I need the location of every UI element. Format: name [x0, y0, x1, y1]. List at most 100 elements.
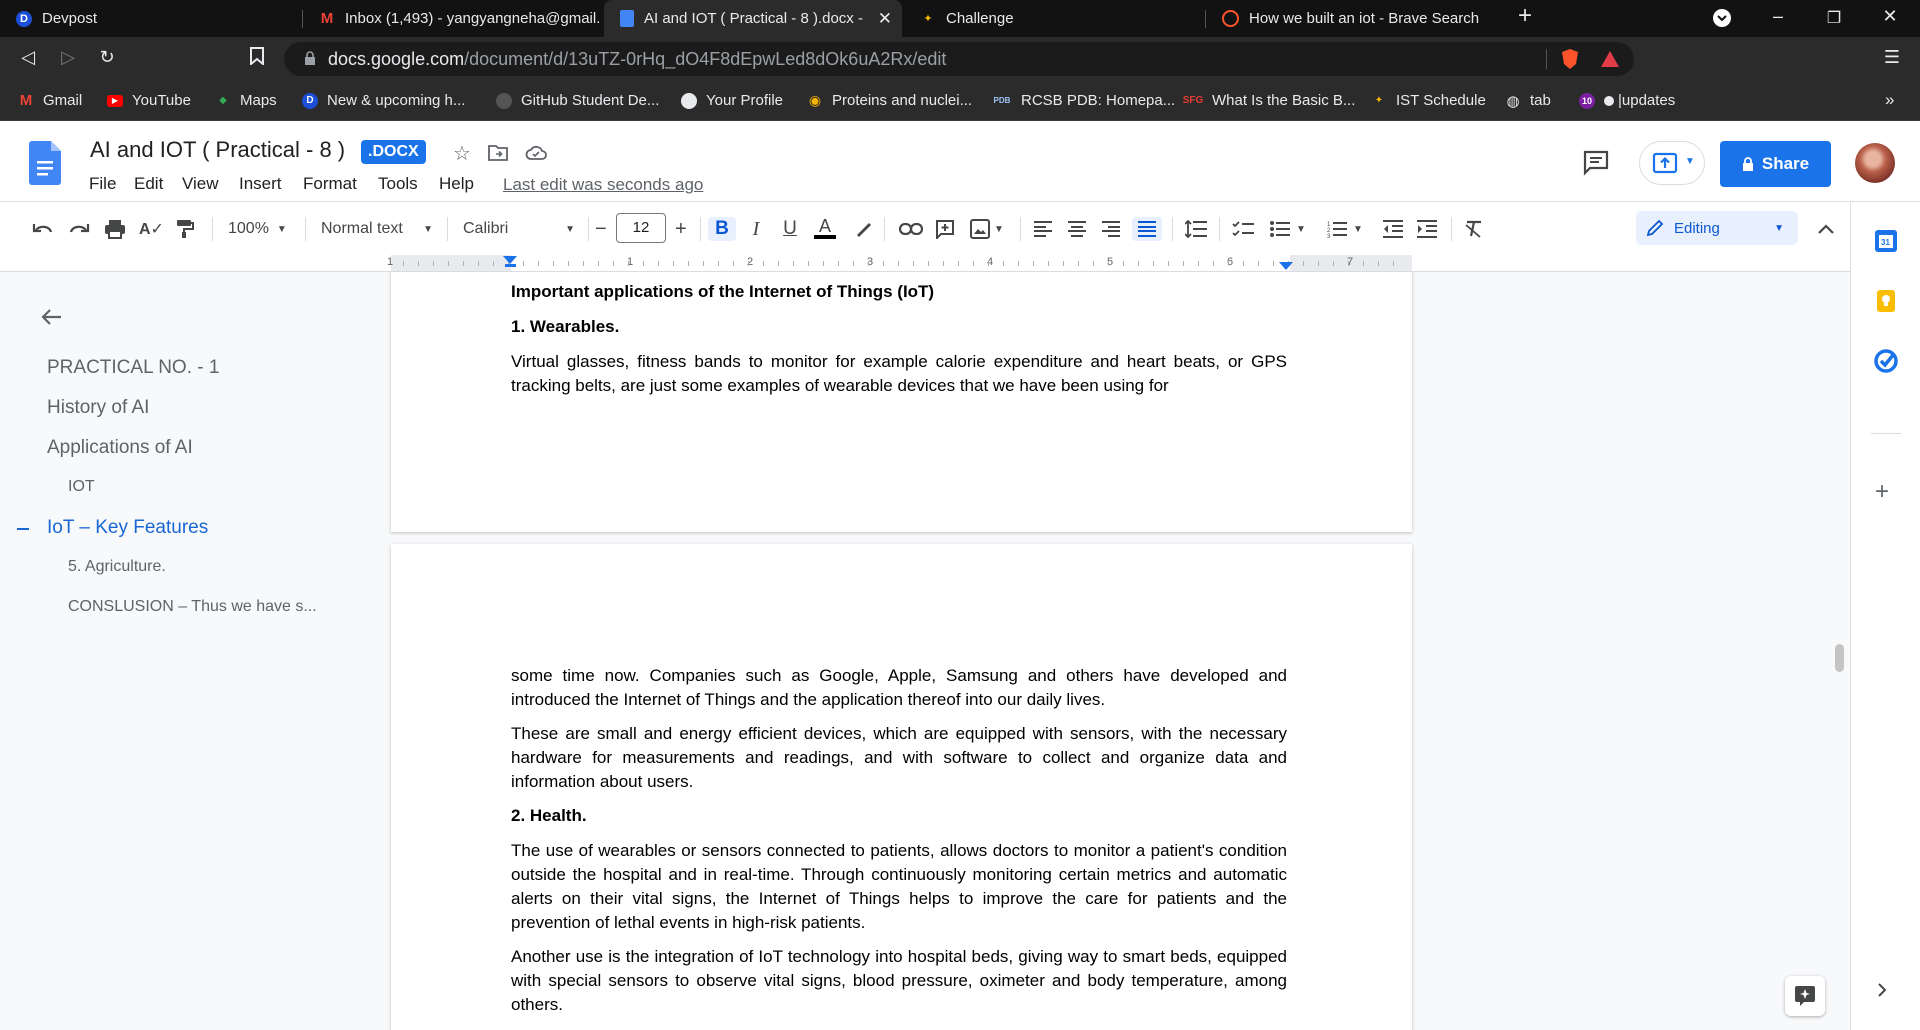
- bookmark-youtube[interactable]: ▶ YouTube: [107, 92, 191, 109]
- bookmark-devpost[interactable]: D New & upcoming h...: [302, 92, 465, 109]
- bold-button[interactable]: B: [708, 217, 736, 241]
- bookmark-gmail[interactable]: M Gmail: [18, 92, 82, 109]
- tab-docs-active[interactable]: AI and IOT ( Practical - 8 ).docx - ✕: [604, 0, 902, 37]
- bookmark-your-profile[interactable]: Your Profile: [681, 92, 783, 109]
- menu-view[interactable]: View: [182, 174, 219, 194]
- outline-item-iot[interactable]: IOT: [68, 478, 95, 496]
- menu-tools[interactable]: Tools: [378, 174, 418, 194]
- menu-help[interactable]: Help: [439, 174, 474, 194]
- tab-devpost[interactable]: D Devpost: [0, 0, 300, 37]
- document-page[interactable]: some time now. Companies such as Google,…: [391, 544, 1412, 1030]
- bookmark-github-student[interactable]: GitHub Student De...: [496, 92, 659, 109]
- brave-rewards-icon[interactable]: [1600, 50, 1620, 73]
- tab-challenge[interactable]: ✦ Challenge: [904, 0, 1204, 37]
- menu-file[interactable]: File: [89, 174, 116, 194]
- outline-item-history-of-ai[interactable]: History of AI: [47, 397, 149, 419]
- back-icon[interactable]: ◁: [16, 47, 40, 68]
- increase-indent-icon[interactable]: [1417, 217, 1437, 241]
- menu-format[interactable]: Format: [303, 174, 357, 194]
- document-canvas[interactable]: PRACTICAL NO. - 1 History of AI Applicat…: [0, 272, 1850, 1030]
- tab-search-icon[interactable]: [1710, 8, 1734, 33]
- spellcheck-icon[interactable]: A✓: [139, 217, 164, 241]
- undo-icon[interactable]: [32, 217, 54, 241]
- collapse-side-panel-icon[interactable]: [1877, 982, 1887, 1003]
- editing-mode-select[interactable]: Editing ▼: [1636, 211, 1798, 245]
- share-button[interactable]: Share: [1720, 141, 1831, 187]
- right-indent-marker[interactable]: [1279, 262, 1293, 270]
- outline-item-applications-of-ai[interactable]: Applications of AI: [47, 437, 193, 459]
- decrease-font-size-button[interactable]: −: [595, 217, 607, 241]
- browser-menu-icon[interactable]: ☰: [1880, 47, 1904, 68]
- tab-brave-search[interactable]: How we built an iot - Brave Search: [1206, 0, 1506, 37]
- menu-insert[interactable]: Insert: [239, 174, 282, 194]
- outline-item-agriculture[interactable]: 5. Agriculture.: [68, 558, 166, 576]
- url-input[interactable]: docs.google.com/document/d/13uTZ-0rHq_dO…: [284, 42, 1634, 76]
- tab-gmail[interactable]: M Inbox (1,493) - yangyangneha@gmail.: [303, 0, 603, 37]
- align-justify-icon[interactable]: [1132, 217, 1162, 241]
- restore-icon[interactable]: ❐: [1822, 8, 1846, 28]
- explore-button[interactable]: [1785, 976, 1825, 1016]
- get-add-ons-icon[interactable]: +: [1875, 478, 1889, 506]
- text-color-button[interactable]: A: [814, 217, 836, 241]
- outline-item-conclusion[interactable]: CONSLUSION – Thus we have s...: [68, 598, 317, 616]
- align-center-icon[interactable]: [1068, 217, 1086, 241]
- insert-link-icon[interactable]: [899, 217, 923, 241]
- more-bookmarks-button[interactable]: »: [1885, 90, 1894, 110]
- add-comment-icon[interactable]: [935, 217, 955, 241]
- close-tab-icon[interactable]: ✕: [878, 9, 892, 29]
- zoom-select[interactable]: 100% ▼: [228, 217, 287, 241]
- decrease-indent-icon[interactable]: [1383, 217, 1403, 241]
- paragraph-style-select[interactable]: Normal text ▼: [321, 217, 433, 241]
- horizontal-ruler[interactable]: 1 1 2 3 4 5 6 7: [0, 255, 1850, 272]
- italic-button[interactable]: I: [746, 217, 766, 241]
- paint-format-icon[interactable]: [176, 217, 194, 241]
- comments-icon[interactable]: [1582, 148, 1610, 176]
- bookmark-proteins[interactable]: ◉ Proteins and nuclei...: [807, 92, 972, 109]
- present-button[interactable]: ▼: [1639, 141, 1705, 185]
- cloud-saved-icon[interactable]: [524, 143, 548, 167]
- last-edit-link[interactable]: Last edit was seconds ago: [503, 175, 703, 195]
- bookmark-ist-schedule[interactable]: ✦ IST Schedule: [1371, 92, 1486, 109]
- outline-item-iot-key-features[interactable]: IoT – Key Features: [47, 517, 208, 539]
- underline-button[interactable]: U: [780, 217, 800, 241]
- line-spacing-icon[interactable]: [1185, 217, 1207, 241]
- clear-formatting-icon[interactable]: [1464, 217, 1484, 241]
- checklist-icon[interactable]: [1232, 217, 1254, 241]
- reload-icon[interactable]: ↻: [95, 47, 119, 68]
- bookmark-updates[interactable]: 10 |updates: [1579, 92, 1675, 109]
- account-avatar[interactable]: [1855, 143, 1895, 183]
- align-right-icon[interactable]: [1102, 217, 1120, 241]
- bulleted-list-icon[interactable]: ▼: [1270, 217, 1306, 241]
- numbered-list-icon[interactable]: 123 ▼: [1327, 217, 1363, 241]
- menu-edit[interactable]: Edit: [134, 174, 163, 194]
- calendar-icon[interactable]: 31: [1873, 228, 1899, 254]
- font-size-input[interactable]: 12: [616, 213, 666, 243]
- font-family-select[interactable]: Calibri ▼: [463, 217, 575, 241]
- print-icon[interactable]: [104, 217, 126, 241]
- close-window-icon[interactable]: ✕: [1878, 6, 1902, 27]
- google-docs-logo-icon[interactable]: [29, 141, 61, 185]
- keep-icon[interactable]: [1873, 288, 1899, 314]
- close-outline-icon[interactable]: [40, 308, 62, 331]
- bookmark-basic-b[interactable]: SFG What Is the Basic B...: [1183, 92, 1356, 109]
- new-tab-button[interactable]: +: [1513, 2, 1537, 30]
- tasks-icon[interactable]: [1873, 348, 1899, 374]
- first-line-indent-marker[interactable]: [503, 256, 517, 264]
- bookmark-icon[interactable]: [245, 47, 269, 70]
- left-indent-marker[interactable]: [505, 264, 516, 267]
- forward-icon[interactable]: ▷: [56, 47, 80, 68]
- brave-shields-icon[interactable]: [1560, 48, 1580, 75]
- bookmark-rcsb-pdb[interactable]: PDB RCSB PDB: Homepa...: [992, 92, 1176, 109]
- insert-image-icon[interactable]: ▼: [970, 217, 1004, 241]
- highlight-color-icon[interactable]: [853, 217, 873, 241]
- align-left-icon[interactable]: [1034, 217, 1052, 241]
- minimize-icon[interactable]: –: [1766, 6, 1790, 27]
- document-page[interactable]: Important applications of the Internet o…: [391, 272, 1412, 532]
- move-folder-icon[interactable]: [486, 143, 510, 167]
- outline-item-practical-1[interactable]: PRACTICAL NO. - 1: [47, 357, 219, 379]
- vertical-scrollbar-thumb[interactable]: [1835, 644, 1844, 672]
- hide-menus-icon[interactable]: [1818, 217, 1834, 241]
- redo-icon[interactable]: [68, 217, 90, 241]
- increase-font-size-button[interactable]: +: [675, 217, 687, 241]
- star-icon[interactable]: ☆: [450, 141, 474, 165]
